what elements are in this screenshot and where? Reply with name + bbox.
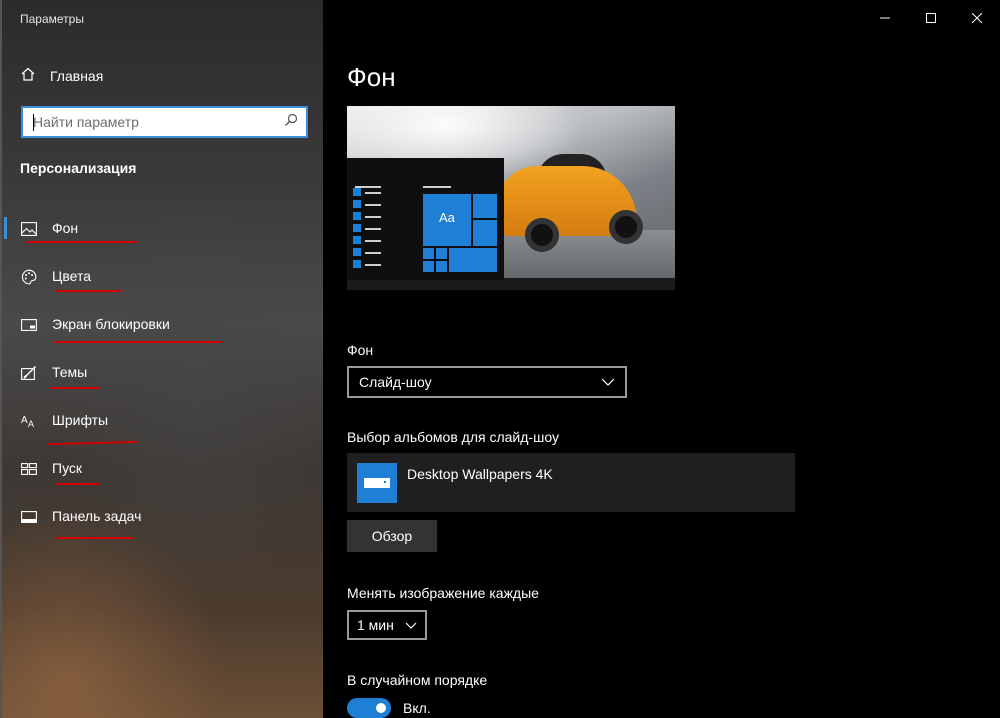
mini-line [365,252,381,254]
annotation-underline [56,537,134,539]
preview-tile [473,220,497,246]
background-type-value: Слайд-шоу [359,374,432,390]
shuffle-toggle[interactable] [347,698,391,718]
annotation-underline [26,241,137,243]
maximize-icon [926,13,936,23]
preview-tile [423,261,434,272]
album-item[interactable]: Desktop Wallpapers 4K [347,453,795,512]
mini-tile [353,188,361,196]
fonts-icon: AA [20,412,38,430]
text-caret [33,114,34,131]
sidebar-item-label: Цвета [52,268,91,284]
sidebar-item-taskbar[interactable]: Панель задач [2,493,325,541]
albums-label: Выбор альбомов для слайд-шоу [347,429,559,445]
background-label: Фон [347,342,374,358]
interval-select[interactable]: 1 мин [347,610,427,640]
sidebar-item-background[interactable]: Фон [2,205,325,253]
svg-text:A: A [28,419,34,428]
sidebar-item-label: Пуск [52,460,83,476]
annotation-underline [56,483,100,485]
mini-line [365,264,381,266]
mini-tile [353,200,361,208]
chevron-down-icon [601,375,615,389]
annotation-underline [50,387,100,389]
shuffle-state: Вкл. [403,700,431,716]
palette-icon [20,268,38,286]
mini-line [365,216,381,218]
close-button[interactable] [954,0,1000,36]
minimize-icon [880,17,890,19]
home-icon [20,66,36,87]
home-link[interactable]: Главная [20,66,103,86]
start-icon [20,460,38,478]
car-wheel [525,218,559,252]
lock-screen-icon [20,316,38,334]
album-folder-icon [357,462,397,503]
window-controls [862,0,1000,36]
chevron-down-icon [405,616,417,634]
section-title: Персонализация [20,160,137,176]
mini-line [365,240,381,242]
annotation-underline [56,290,122,292]
mini-tile [353,236,361,244]
sidebar-item-label: Темы [52,364,88,380]
background-preview: Aa [347,106,675,290]
taskbar-icon [20,508,38,526]
home-label: Главная [50,68,104,84]
album-name: Desktop Wallpapers 4K [407,465,553,482]
preview-tile [423,248,434,259]
close-icon [972,13,982,23]
preview-tile: Aa [423,194,471,246]
preview-tile [449,248,497,272]
minimize-button[interactable] [862,0,908,36]
sidebar-item-label: Шрифты [52,412,109,428]
browse-button[interactable]: Обзор [347,520,437,552]
sidebar-item-label: Экран блокировки [52,316,170,332]
search-box[interactable] [21,106,308,138]
svg-text:A: A [21,415,28,426]
preview-tile [473,194,497,218]
mini-line [365,228,381,230]
mini-tile [353,224,361,232]
mini-tile [353,212,361,220]
preview-start-menu: Aa [347,158,504,280]
preview-tile-text: Aa [439,210,455,225]
page-title: Фон [347,62,396,92]
preview-tile [436,261,447,272]
sidebar-item-themes[interactable]: Темы [2,349,325,397]
mini-line [365,192,381,194]
window-title: Параметры [20,12,84,26]
sidebar-item-label: Фон [52,220,79,236]
mini-line [365,204,381,206]
search-icon[interactable] [284,113,298,132]
mini-line [423,186,451,188]
themes-icon [20,364,38,382]
sidebar-item-colors[interactable]: Цвета [2,253,325,301]
background-type-select[interactable]: Слайд-шоу [347,366,627,398]
picture-icon [20,220,38,238]
search-input[interactable] [33,114,284,130]
mini-tile [353,260,361,268]
mini-line [355,186,381,188]
shuffle-label: В случайном порядке [347,672,488,688]
nav-list: Фон Цвета Экран блокировки Темы AA Шрифт… [2,205,325,541]
interval-value: 1 мин [357,617,394,633]
preview-tile [436,248,447,259]
mini-tile [353,248,361,256]
toggle-knob [376,703,386,713]
annotation-underline [54,341,222,343]
sidebar-item-fonts[interactable]: AA Шрифты [2,397,325,445]
main-panel: Фон Aa Фон Слайд-шоу Выбор альбомов для … [323,0,1000,718]
sidebar-item-label: Панель задач [52,508,142,524]
maximize-button[interactable] [908,0,954,36]
car-wheel [609,210,643,244]
sidebar-item-start[interactable]: Пуск [2,445,325,493]
interval-label: Менять изображение каждые [347,585,539,601]
sidebar: Параметры Главная Персонализация Фон Цве… [0,0,323,718]
